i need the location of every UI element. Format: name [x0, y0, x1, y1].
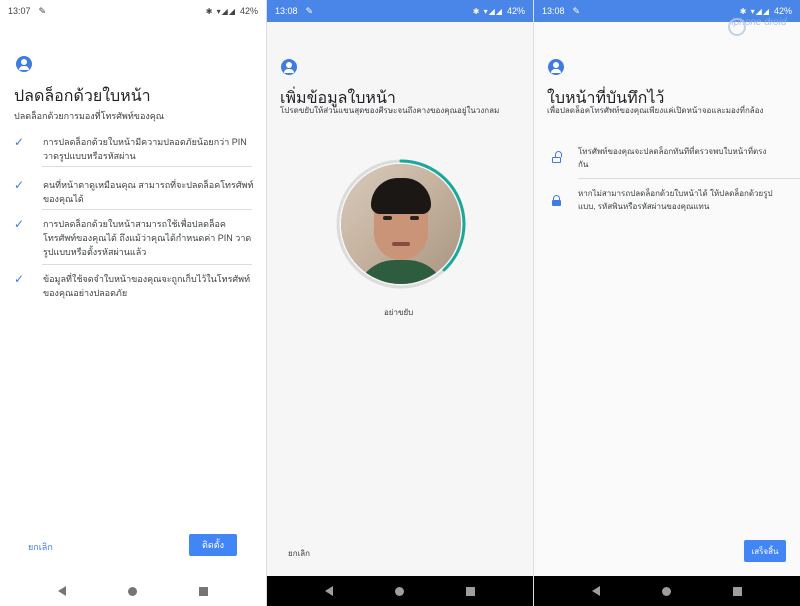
back-icon[interactable]: [325, 586, 333, 596]
system-status-icons: ✱ ▾◢◢: [739, 6, 770, 16]
divider: [42, 209, 252, 210]
account-icon: [548, 59, 564, 75]
cancel-button[interactable]: ยกเลิก: [28, 540, 53, 554]
status-bar: 13:07 ✎ ✱ ▾◢◢ 42%: [0, 0, 266, 22]
status-time: 13:08: [275, 6, 298, 16]
done-button[interactable]: เสร็จสิ้น: [744, 540, 786, 562]
nav-bar: [267, 576, 533, 606]
benefit-item: ✓ การปลดล็อกด้วยใบหน้าสามารถใช้เพื่อปลดล…: [14, 217, 252, 257]
check-icon: ✓: [14, 272, 25, 286]
camera-preview: [341, 164, 461, 284]
info-item-fallback: หากไม่สามารถปลดล็อกด้วยใบหน้าได้ ให้ปลดล…: [578, 189, 773, 211]
battery-level: 42%: [773, 6, 792, 16]
install-button[interactable]: ติดตั้ง: [189, 534, 237, 556]
page-subtitle: ปลดล็อกด้วยการมองที่โทรศัพท์ของคุณ: [14, 111, 165, 121]
status-time: 13:08: [542, 6, 565, 16]
notification-icon: ✎: [305, 5, 314, 16]
benefit-item: ✓ การปลดล็อกด้วยใบหน้ามีความปลอดภัยน้อยก…: [14, 135, 247, 161]
benefit-item: ✓ คนที่หน้าตาดูเหมือนคุณ สามารถที่จะปลดล…: [14, 178, 254, 204]
check-icon: ✓: [14, 178, 25, 192]
notification-icon: ✎: [572, 5, 581, 16]
account-icon: [281, 59, 297, 75]
status-bar: 13:08 ✎ ✱ ▾◢◢ 42%: [267, 0, 533, 22]
status-time: 13:07: [8, 6, 31, 16]
lock-icon: [552, 195, 561, 206]
divider: [42, 264, 252, 265]
check-icon: ✓: [14, 217, 25, 231]
cancel-button[interactable]: ยกเลิก: [288, 547, 310, 560]
nav-bar: [534, 576, 800, 606]
benefit-item: ✓ ข้อมูลที่ใช้จดจำใบหน้าของคุณจะถูกเก็บไ…: [14, 272, 251, 298]
nav-bar: [0, 576, 266, 606]
recents-icon[interactable]: [733, 586, 742, 596]
home-icon[interactable]: [395, 586, 404, 596]
home-icon[interactable]: [128, 586, 137, 596]
home-icon[interactable]: [662, 586, 671, 596]
system-status-icons: ✱ ▾◢◢: [205, 6, 236, 16]
account-icon: [16, 56, 32, 72]
face-unlock-intro-screen: 13:07 ✎ ✱ ▾◢◢ 42% ปลดล็อกด้วยใบหน้า ปลดล…: [0, 0, 266, 606]
recents-icon[interactable]: [199, 586, 208, 596]
notification-icon: ✎: [38, 5, 47, 16]
back-icon[interactable]: [592, 586, 600, 596]
back-icon[interactable]: [58, 586, 66, 596]
face-scan-area: [335, 158, 467, 290]
info-item-unlock: โทรศัพท์ของคุณจะปลดล็อกทันทีที่ตรวจพบใบห…: [578, 147, 767, 169]
face-enroll-screen: 13:08 ✎ ✱ ▾◢◢ 42% เพิ่มข้อมูลใบหน้า โปรด…: [266, 0, 533, 606]
divider: [42, 166, 252, 167]
system-status-icons: ✱ ▾◢◢: [472, 6, 503, 16]
battery-level: 42%: [239, 6, 258, 16]
check-icon: ✓: [14, 135, 25, 149]
recents-icon[interactable]: [466, 586, 475, 596]
face-saved-screen: 13:08 ✎ ✱ ▾◢◢ 42% iphone droid ใบหน้าที่…: [533, 0, 800, 606]
watermark-logo: iphone droid: [728, 18, 790, 46]
battery-level: 42%: [506, 6, 525, 16]
divider: [578, 178, 800, 179]
page-title: ปลดล็อกด้วยใบหน้า: [14, 88, 151, 105]
hint-text: อย่าขยับ: [384, 308, 414, 317]
page-subtitle: เพื่อปลดล็อคโทรศัพท์ของคุณเพียงแค่เปิดหน…: [547, 106, 764, 115]
unlock-icon: [552, 151, 562, 163]
page-subtitle: โปรดขยับให้ส่วนแขนสุดของศีรษะจนถึงคางของ…: [280, 106, 500, 115]
